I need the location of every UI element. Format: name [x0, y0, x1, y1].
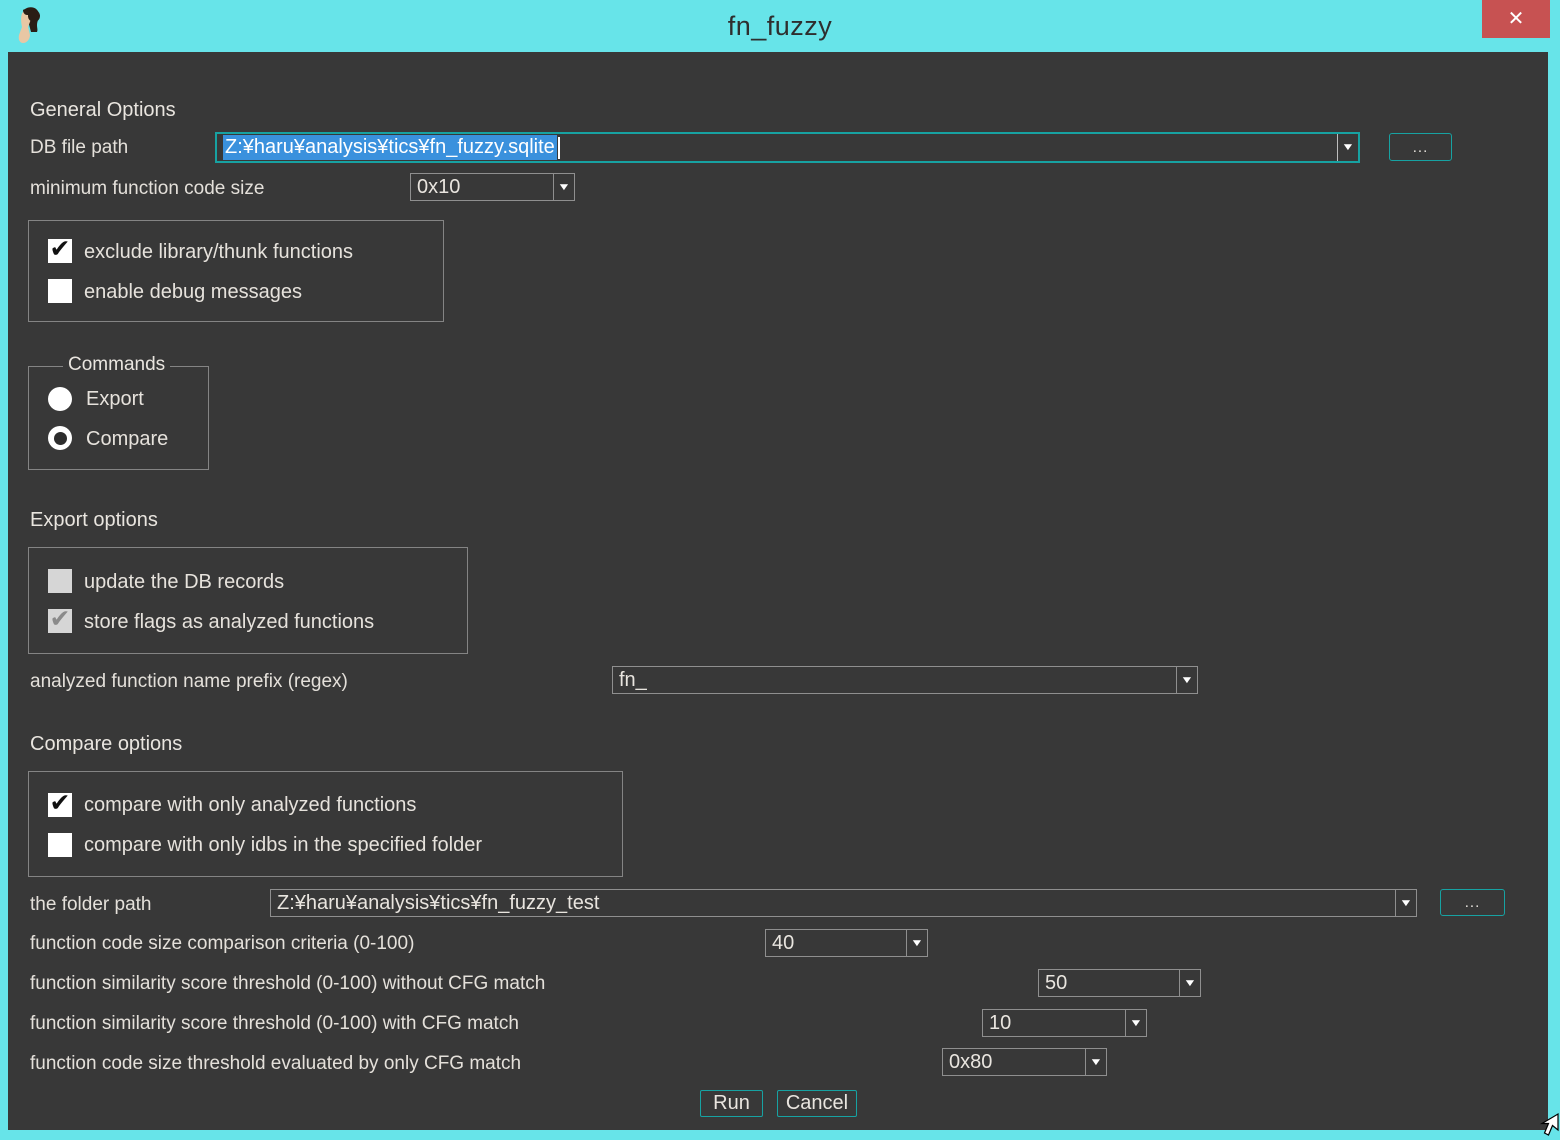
- chevron-down-icon: ▼: [1399, 898, 1413, 909]
- window-title: fn_fuzzy: [0, 11, 1560, 42]
- export-options-heading: Export options: [30, 509, 158, 532]
- store-flags-checkbox[interactable]: ✔: [48, 609, 72, 633]
- commands-group-caption: Commands: [63, 354, 170, 376]
- compare-idbs-label[interactable]: compare with only idbs in the specified …: [84, 834, 482, 857]
- titlebar[interactable]: fn_fuzzy ✕: [0, 0, 1560, 52]
- enable-debug-label[interactable]: enable debug messages: [84, 281, 302, 304]
- check-icon: ✔: [50, 237, 71, 262]
- folder-path-label: the folder path: [30, 894, 151, 916]
- compare-checkbox-group: [28, 771, 623, 877]
- criteria-dropdown[interactable]: ▼: [906, 930, 927, 956]
- exclude-library-label[interactable]: exclude library/thunk functions: [84, 241, 353, 264]
- without-cfg-label: function similarity score threshold (0-1…: [30, 973, 545, 995]
- general-options-heading: General Options: [30, 99, 176, 122]
- chevron-down-icon: ▼: [1341, 142, 1355, 153]
- general-checkbox-group: [28, 220, 444, 322]
- chevron-down-icon: ▼: [1183, 978, 1197, 989]
- without-cfg-dropdown[interactable]: ▼: [1179, 970, 1200, 996]
- close-button[interactable]: ✕: [1482, 0, 1550, 38]
- prefix-dropdown[interactable]: ▼: [1176, 667, 1197, 693]
- prefix-combobox[interactable]: fn_ ▼: [612, 666, 1198, 694]
- db-file-path-dropdown[interactable]: ▼: [1337, 134, 1358, 161]
- enable-debug-checkbox[interactable]: ✔: [48, 279, 72, 303]
- mouse-cursor: [1536, 1112, 1560, 1138]
- compare-analyzed-checkbox[interactable]: ✔: [48, 793, 72, 817]
- radio-dot: [54, 432, 67, 445]
- prefix-value[interactable]: fn_: [613, 667, 1176, 693]
- export-radio[interactable]: [48, 387, 72, 411]
- with-cfg-value[interactable]: 10: [983, 1010, 1125, 1036]
- store-flags-label[interactable]: store flags as analyzed functions: [84, 611, 374, 634]
- min-code-size-combobox[interactable]: 0x10 ▼: [410, 173, 575, 201]
- min-code-size-value[interactable]: 0x10: [411, 174, 553, 200]
- fn-fuzzy-dialog: fn_fuzzy ✕ General Options DB file path …: [0, 0, 1560, 1140]
- text-caret: [558, 137, 560, 159]
- export-radio-label[interactable]: Export: [86, 388, 144, 411]
- compare-options-heading: Compare options: [30, 733, 182, 756]
- compare-idbs-checkbox[interactable]: ✔: [48, 833, 72, 857]
- check-icon: ✔: [50, 791, 71, 816]
- with-cfg-label: function similarity score threshold (0-1…: [30, 1013, 519, 1035]
- run-button[interactable]: Run: [700, 1090, 763, 1117]
- prefix-label: analyzed function name prefix (regex): [30, 671, 348, 693]
- size-threshold-combobox[interactable]: 0x80 ▼: [942, 1048, 1107, 1076]
- exclude-library-checkbox[interactable]: ✔: [48, 239, 72, 263]
- with-cfg-combobox[interactable]: 10 ▼: [982, 1009, 1147, 1037]
- without-cfg-value[interactable]: 50: [1039, 970, 1179, 996]
- chevron-down-icon: ▼: [1089, 1057, 1103, 1068]
- export-checkbox-group: [28, 547, 468, 654]
- without-cfg-combobox[interactable]: 50 ▼: [1038, 969, 1201, 997]
- compare-radio-label[interactable]: Compare: [86, 428, 168, 451]
- db-file-path-browse-button[interactable]: ...: [1389, 133, 1452, 161]
- min-code-size-label: minimum function code size: [30, 178, 264, 200]
- size-threshold-label: function code size threshold evaluated b…: [30, 1053, 521, 1075]
- size-threshold-value[interactable]: 0x80: [943, 1049, 1085, 1075]
- folder-path-value[interactable]: Z:¥haru¥analysis¥tics¥fn_fuzzy_test: [271, 890, 1395, 916]
- check-icon: ✔: [50, 607, 71, 632]
- chevron-down-icon: ▼: [557, 182, 571, 193]
- min-code-size-dropdown[interactable]: ▼: [553, 174, 574, 200]
- criteria-combobox[interactable]: 40 ▼: [765, 929, 928, 957]
- update-db-records-label[interactable]: update the DB records: [84, 571, 284, 594]
- chevron-down-icon: ▼: [910, 938, 924, 949]
- db-file-path-value[interactable]: Z:¥haru¥analysis¥tics¥fn_fuzzy.sqlite: [217, 134, 1337, 161]
- criteria-label: function code size comparison criteria (…: [30, 933, 414, 955]
- db-file-path-combobox[interactable]: Z:¥haru¥analysis¥tics¥fn_fuzzy.sqlite ▼: [215, 132, 1360, 163]
- chevron-down-icon: ▼: [1129, 1018, 1143, 1029]
- with-cfg-dropdown[interactable]: ▼: [1125, 1010, 1146, 1036]
- folder-path-browse-button[interactable]: ...: [1440, 889, 1505, 916]
- commands-group: Commands: [28, 366, 209, 470]
- db-file-path-label: DB file path: [30, 137, 128, 159]
- compare-analyzed-label[interactable]: compare with only analyzed functions: [84, 794, 416, 817]
- folder-path-combobox[interactable]: Z:¥haru¥analysis¥tics¥fn_fuzzy_test ▼: [270, 889, 1417, 917]
- size-threshold-dropdown[interactable]: ▼: [1085, 1049, 1106, 1075]
- update-db-records-checkbox[interactable]: ✔: [48, 569, 72, 593]
- cancel-button[interactable]: Cancel: [777, 1090, 857, 1117]
- folder-path-dropdown[interactable]: ▼: [1395, 890, 1416, 916]
- criteria-value[interactable]: 40: [766, 930, 906, 956]
- compare-radio[interactable]: [48, 426, 72, 450]
- chevron-down-icon: ▼: [1180, 675, 1194, 686]
